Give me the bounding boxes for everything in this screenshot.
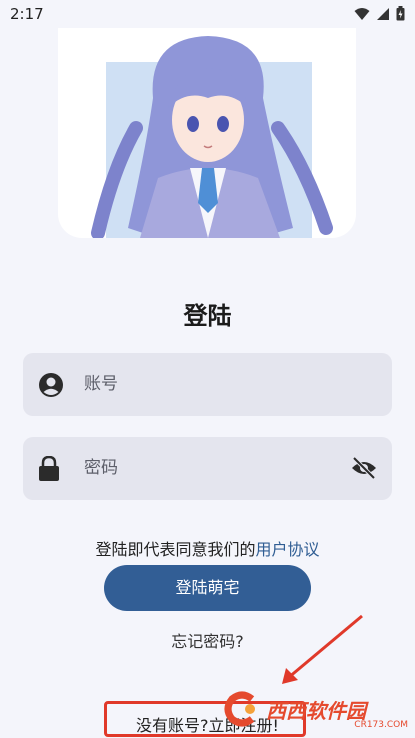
lock-icon — [39, 456, 59, 481]
login-button[interactable]: 登陆萌宅 — [104, 565, 311, 611]
status-icons — [354, 6, 405, 21]
visibility-off-icon[interactable] — [351, 457, 377, 479]
watermark-logo-icon — [224, 691, 255, 727]
account-field[interactable]: 账号 — [23, 353, 392, 416]
watermark-url: CR173.COM — [354, 720, 408, 730]
user-agreement-link[interactable]: 用户协议 — [256, 540, 320, 559]
watermark-brand: 西西软件园 — [266, 698, 366, 723]
password-field[interactable]: 密码 — [23, 437, 392, 500]
wifi-icon — [354, 7, 370, 20]
signal-icon — [377, 7, 389, 20]
watermark: 西西软件园 CR173.COM — [222, 686, 412, 732]
battery-icon — [396, 6, 405, 21]
account-placeholder: 账号 — [84, 374, 118, 394]
status-time: 2:17 — [10, 5, 44, 23]
annotation-arrow — [282, 614, 363, 684]
agreement-text: 登陆即代表同意我们的用户协议 — [0, 536, 415, 560]
account-icon — [39, 373, 63, 397]
password-placeholder: 密码 — [84, 458, 118, 478]
page-title: 登陆 — [183, 302, 232, 330]
status-bar: 2:17 — [0, 0, 415, 28]
agreement-prefix: 登陆即代表同意我们的 — [95, 540, 256, 559]
anime-girl-illustration — [91, 36, 333, 238]
hero-illustration — [58, 28, 356, 238]
